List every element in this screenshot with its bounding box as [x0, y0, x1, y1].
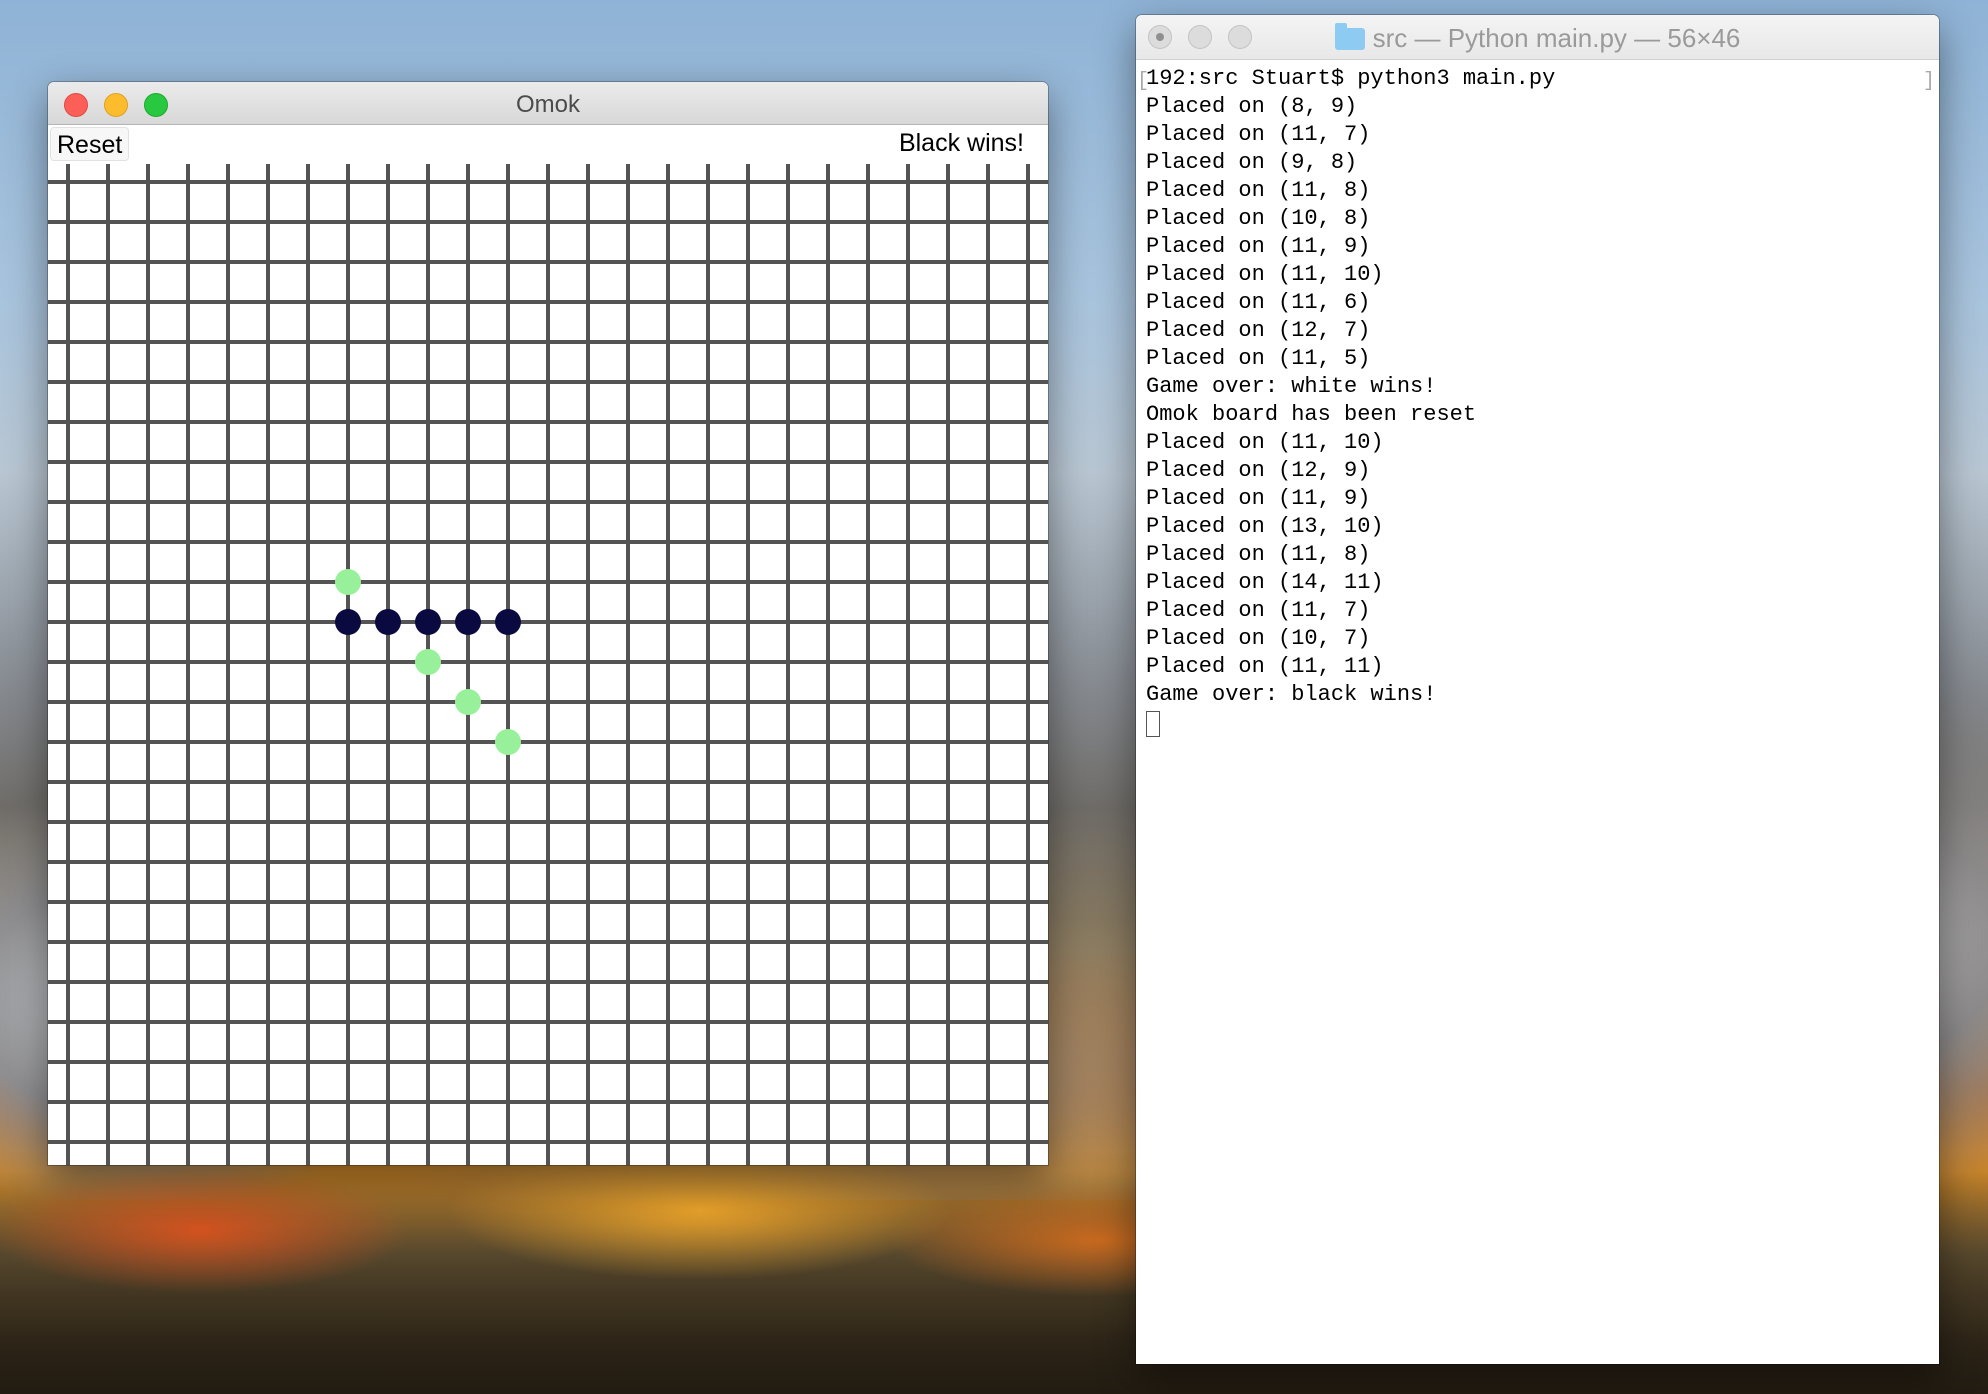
- terminal-window: src — Python main.py — 56×46 [ ] 192:src…: [1136, 15, 1939, 1364]
- omok-window-title: Omok: [515, 91, 580, 118]
- terminal-prompt-line: 192:src Stuart$ python3 main.py: [1146, 66, 1556, 91]
- black-stone: [375, 609, 401, 635]
- terminal-cursor-line: [1146, 709, 1939, 737]
- terminal-title-text: src — Python main.py — 56×46: [1372, 23, 1741, 53]
- terminal-output-line: Placed on (11, 5): [1146, 346, 1371, 371]
- terminal-output-line: Placed on (11, 9): [1146, 234, 1371, 259]
- terminal-output-line: Placed on (11, 6): [1146, 290, 1371, 315]
- folder-icon: [1334, 23, 1365, 50]
- terminal-output-line: Placed on (11, 7): [1146, 122, 1371, 147]
- terminal-output-line: Placed on (8, 9): [1146, 94, 1358, 119]
- black-stone: [415, 609, 441, 635]
- terminal-output-line: Placed on (9, 8): [1146, 150, 1358, 175]
- terminal-output-line: Placed on (11, 8): [1146, 178, 1371, 203]
- white-stone: [335, 569, 361, 595]
- terminal-output-line: Placed on (14, 11): [1146, 570, 1384, 595]
- terminal-output-line: Game over: black wins!: [1146, 682, 1437, 707]
- omok-board[interactable]: [48, 164, 1048, 1165]
- game-status: Black wins!: [898, 129, 1024, 157]
- left-bracket-marker: [: [1137, 70, 1150, 93]
- terminal-output-line: Placed on (10, 8): [1146, 206, 1371, 231]
- terminal-output-line: Placed on (11, 10): [1146, 262, 1384, 287]
- terminal-output-line: Placed on (13, 10): [1146, 514, 1384, 539]
- terminal-output-line: Placed on (11, 8): [1146, 542, 1371, 567]
- omok-window: Omok Reset Black wins!: [48, 82, 1048, 1165]
- black-stone: [335, 609, 361, 635]
- terminal-output-line: Placed on (12, 7): [1146, 318, 1371, 343]
- terminal-output-line: Placed on (11, 10): [1146, 430, 1384, 455]
- terminal-title: src — Python main.py — 56×46: [1136, 23, 1939, 54]
- terminal-output-line: Placed on (12, 9): [1146, 458, 1371, 483]
- terminal-titlebar[interactable]: src — Python main.py — 56×46: [1136, 15, 1939, 60]
- omok-toolbar: Reset Black wins!: [48, 125, 1048, 165]
- reset-button[interactable]: Reset: [50, 127, 130, 161]
- omok-titlebar[interactable]: Omok: [48, 82, 1048, 125]
- white-stone: [495, 729, 521, 755]
- terminal-output-line: Placed on (10, 7): [1146, 626, 1371, 651]
- terminal-output-line: Omok board has been reset: [1146, 402, 1477, 427]
- white-stone: [415, 649, 441, 675]
- terminal-output-line: Placed on (11, 9): [1146, 486, 1371, 511]
- black-stone: [495, 609, 521, 635]
- terminal-output-line: Game over: white wins!: [1146, 374, 1437, 399]
- terminal-output-line: Placed on (11, 11): [1146, 654, 1384, 679]
- white-stone: [455, 689, 481, 715]
- terminal-cursor: [1146, 711, 1160, 737]
- black-stone: [455, 609, 481, 635]
- right-bracket-marker: ]: [1922, 70, 1935, 93]
- terminal-output-line: Placed on (11, 7): [1146, 598, 1371, 623]
- terminal-output[interactable]: [ ] 192:src Stuart$ python3 main.py Place…: [1136, 60, 1939, 1364]
